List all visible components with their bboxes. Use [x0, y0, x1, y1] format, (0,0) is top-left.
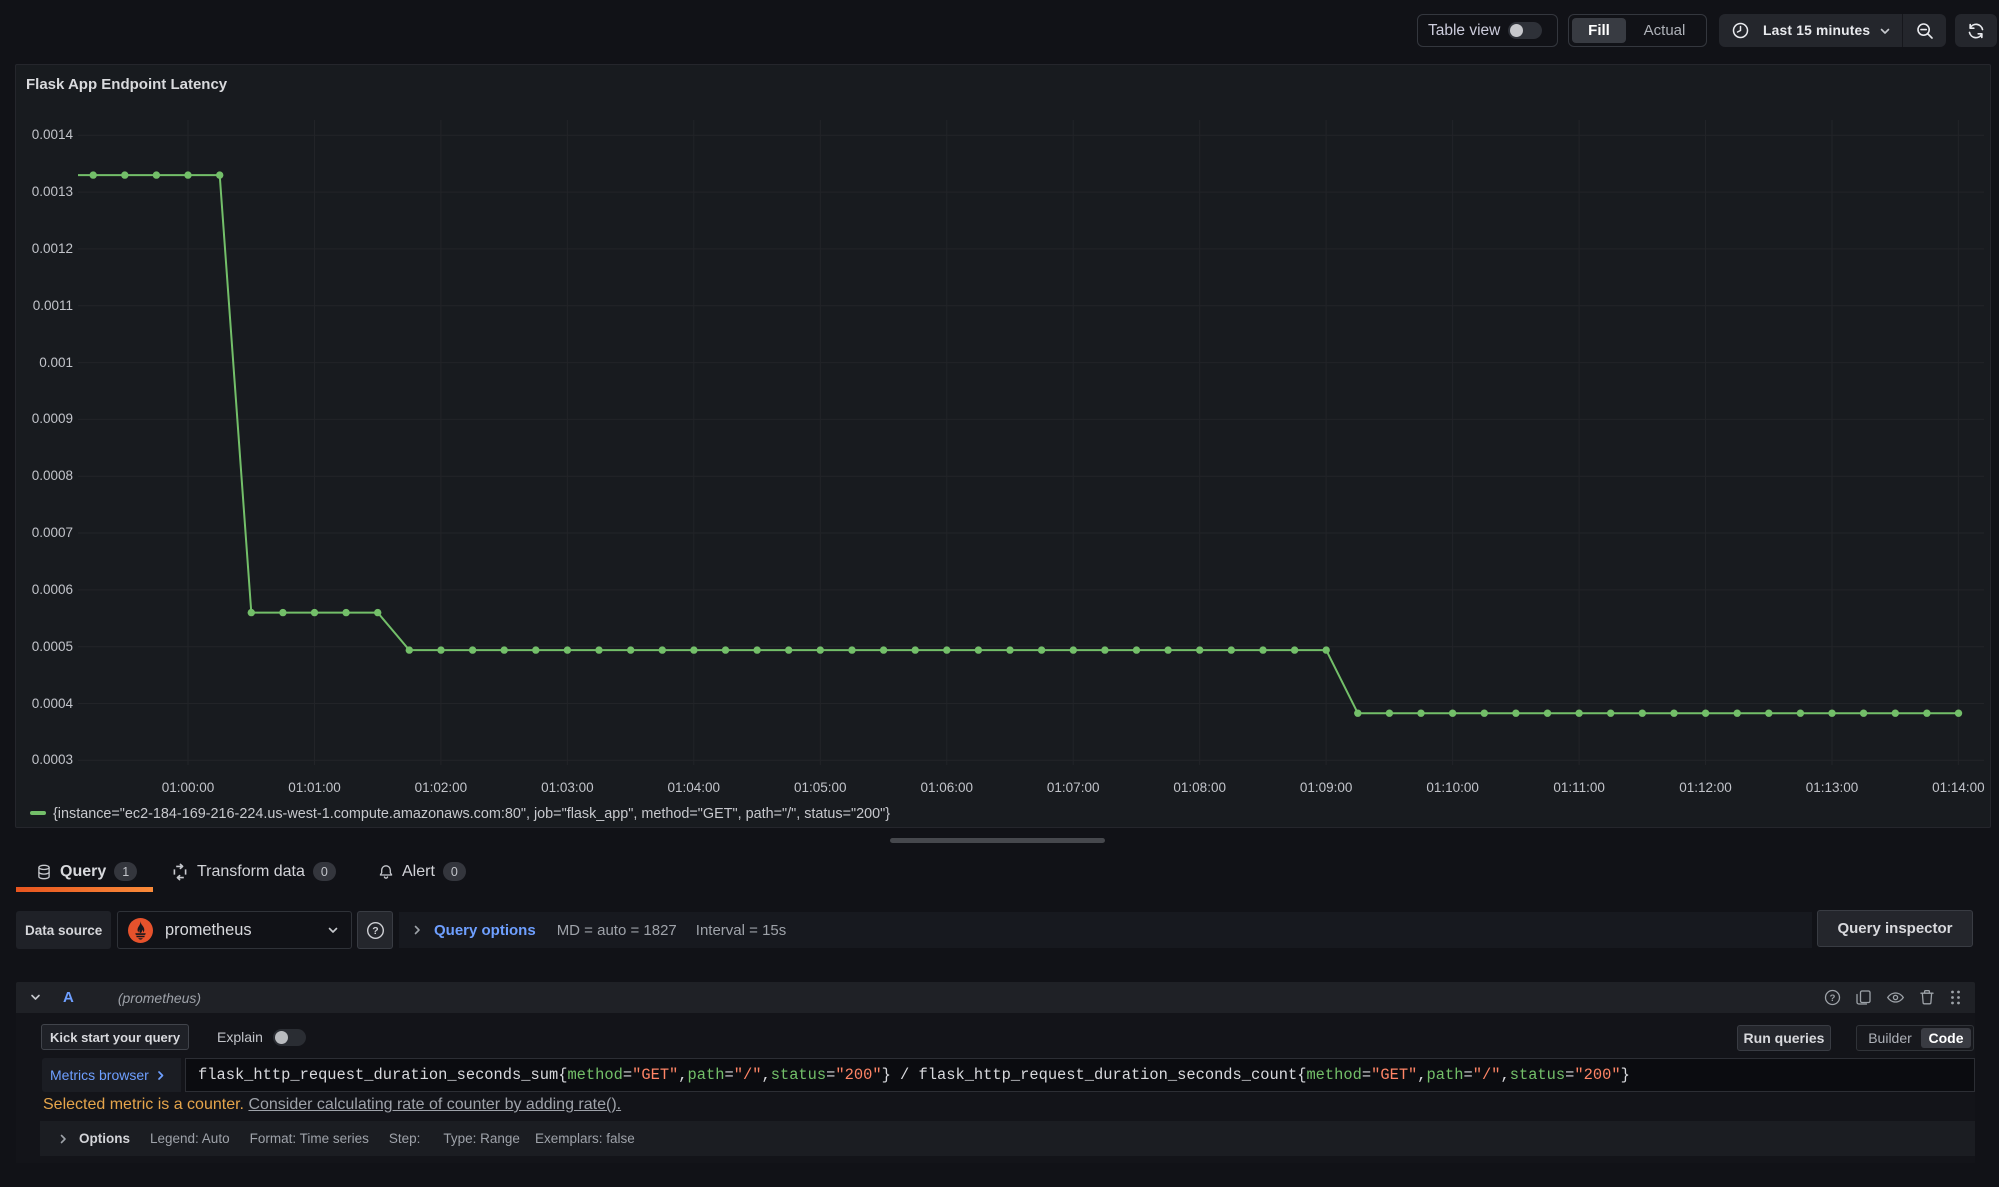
- svg-text:?: ?: [372, 925, 378, 937]
- svg-text:?: ?: [1830, 993, 1836, 1004]
